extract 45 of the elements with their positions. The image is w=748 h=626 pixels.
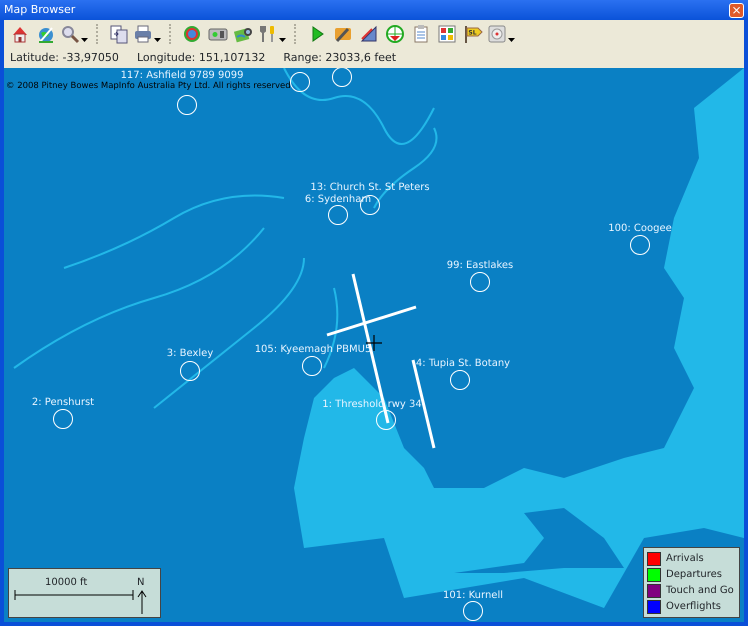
scale-distance: 10000 ft: [45, 576, 88, 590]
site-label: 101: Kurnell: [443, 589, 503, 603]
north-label: N: [137, 576, 144, 590]
site-marker-icon: [376, 410, 396, 430]
dropdown-caret-icon[interactable]: [81, 38, 88, 42]
site-marker-icon: [180, 361, 200, 381]
coordinate-readout: Latitude: -33,97050: [10, 50, 119, 66]
site-label: 13: Church St. St Peters: [310, 181, 430, 194]
site-marker-icon: [463, 601, 483, 621]
site-marker-icon: [53, 409, 73, 429]
site-label: 99: Eastlakes: [446, 259, 514, 273]
color-grid-icon: [437, 24, 457, 44]
window-title: Map Browser: [4, 2, 76, 18]
legend-label: Overflights: [666, 600, 721, 614]
site-label: 4: Tupia St. Botany: [416, 357, 510, 371]
target-icon: [385, 24, 405, 44]
coordinate-readout: Longitude: 151,107132: [136, 50, 266, 66]
triangle-ruler-icon: [359, 24, 379, 44]
site-label: 2: Penshurst: [32, 396, 94, 410]
site-label: 100: Coogee: [608, 222, 672, 236]
dropdown-caret-icon[interactable]: [279, 38, 286, 42]
dropdown-caret-icon[interactable]: [154, 38, 161, 42]
site-marker-icon: [290, 72, 310, 92]
printer-icon: [133, 24, 153, 44]
north-arrow-icon: [138, 590, 146, 614]
site-label: 3: Bexley: [166, 347, 214, 361]
copy-icon: [109, 24, 129, 44]
search-icon: [60, 24, 80, 44]
legend-label: Departures: [666, 568, 722, 582]
coordinate-readout: Range: 23033,6 feet: [283, 50, 396, 66]
ring-icon: [182, 24, 202, 44]
target-button[interactable]: [383, 22, 407, 46]
site-marker-icon: [177, 95, 197, 115]
site-marker-icon: [630, 235, 650, 255]
site-marker-icon: [302, 356, 322, 376]
legend-label: Arrivals: [666, 552, 704, 566]
site-label: 117: Ashfield 9789 9099: [120, 69, 244, 82]
site-marker-icon: [450, 370, 470, 390]
site-marker-icon: [470, 272, 490, 292]
site-marker-icon: [328, 205, 348, 225]
dropdown-caret-icon[interactable]: [508, 38, 515, 42]
site-marker-icon: [332, 68, 352, 87]
legend-label: Touch and Go: [666, 584, 734, 598]
close-button[interactable]: ×: [729, 2, 744, 18]
copyright-notice: © 2008 Pitney Bowes MapInfo Australia Pty Ltd. All rights reserved: [6, 80, 291, 93]
